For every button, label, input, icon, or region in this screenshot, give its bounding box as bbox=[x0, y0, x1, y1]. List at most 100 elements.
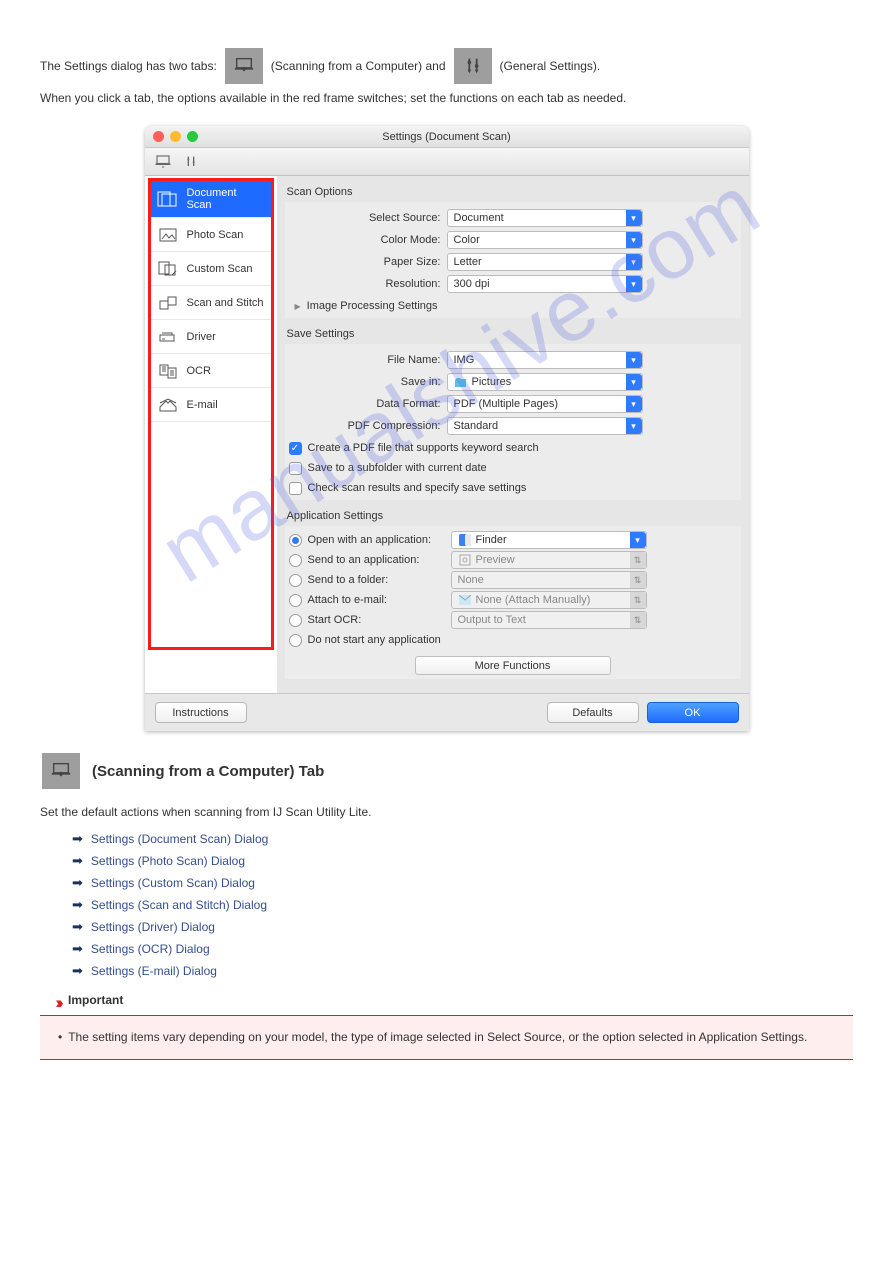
link-item[interactable]: ➡ Settings (Photo Scan) Dialog bbox=[72, 853, 853, 869]
link-text: Settings (Custom Scan) Dialog bbox=[91, 876, 255, 890]
radio-start-ocr[interactable] bbox=[289, 614, 302, 627]
dialog-title: Settings (Document Scan) bbox=[382, 131, 510, 143]
sidebar-label: Custom Scan bbox=[187, 263, 253, 275]
chevron-down-icon: ▾ bbox=[626, 254, 642, 270]
scan-options-header: Scan Options bbox=[285, 182, 741, 202]
checkbox-label: Check scan results and specify save sett… bbox=[308, 482, 527, 494]
resolution-label: Resolution: bbox=[289, 278, 447, 290]
image-processing-toggle[interactable]: ▶ Image Processing Settings bbox=[289, 296, 737, 316]
important-note: ››› Important •The setting items vary de… bbox=[40, 993, 853, 1060]
tab-section-heading: (Scanning from a Computer) Tab bbox=[40, 753, 853, 789]
link-item[interactable]: ➡Settings (Driver) Dialog bbox=[72, 919, 853, 935]
defaults-button[interactable]: Defaults bbox=[547, 702, 639, 723]
sidebar-item-email[interactable]: E-mail bbox=[151, 388, 271, 422]
chevron-down-icon: ⇅ bbox=[630, 592, 646, 608]
radio-send-to-folder[interactable] bbox=[289, 574, 302, 587]
select-source-dropdown[interactable]: Document ▾ bbox=[447, 209, 643, 227]
tab-section-para: Set the default actions when scanning fr… bbox=[40, 803, 853, 822]
email-icon bbox=[157, 396, 179, 414]
start-ocr-dropdown: Output to Text ⇅ bbox=[451, 611, 647, 629]
ok-button[interactable]: OK bbox=[647, 702, 739, 723]
link-text: Settings (Photo Scan) Dialog bbox=[91, 854, 245, 868]
link-text: Settings (Document Scan) Dialog bbox=[91, 832, 268, 846]
color-mode-dropdown[interactable]: Color ▾ bbox=[447, 231, 643, 249]
sidebar-label: Driver bbox=[187, 331, 216, 343]
scan-from-computer-tab-icon[interactable] bbox=[151, 152, 175, 172]
radio-do-not-start[interactable] bbox=[289, 634, 302, 647]
tab-row bbox=[145, 148, 749, 176]
chevron-down-icon: ▾ bbox=[626, 396, 642, 412]
radio-label: Start OCR: bbox=[308, 614, 362, 626]
general-settings-tab-icon bbox=[454, 48, 492, 84]
sidebar-item-ocr[interactable]: OCR bbox=[151, 354, 271, 388]
maximize-icon[interactable] bbox=[187, 131, 198, 142]
sidebar-label: Photo Scan bbox=[187, 229, 244, 241]
data-format-label: Data Format: bbox=[289, 398, 447, 410]
arrow-icon: ➡ bbox=[72, 853, 83, 869]
select-value: Finder bbox=[476, 534, 507, 546]
sidebar-item-driver[interactable]: Driver bbox=[151, 320, 271, 354]
open-with-app-dropdown[interactable]: Finder ▾ bbox=[451, 531, 647, 549]
more-functions-button[interactable]: More Functions bbox=[415, 656, 611, 675]
custom-scan-icon bbox=[157, 260, 179, 278]
intro-line2: When you click a tab, the options availa… bbox=[40, 88, 853, 108]
settings-dialog: Settings (Document Scan) Document Scan bbox=[145, 126, 749, 731]
paper-size-label: Paper Size: bbox=[289, 256, 447, 268]
important-chevron-icon: ››› Important bbox=[58, 993, 853, 1013]
checkbox-icon bbox=[289, 482, 302, 495]
save-in-dropdown[interactable]: Pictures ▾ bbox=[447, 373, 643, 391]
pdf-compression-label: PDF Compression: bbox=[289, 420, 447, 432]
radio-label: Send to an application: bbox=[308, 554, 420, 566]
resolution-dropdown[interactable]: 300 dpi ▾ bbox=[447, 275, 643, 293]
sidebar: Document Scan Photo Scan Custom Scan Sca… bbox=[145, 176, 277, 693]
link-item[interactable]: ➡Settings (Scan and Stitch) Dialog bbox=[72, 897, 853, 913]
select-value: Pictures bbox=[472, 376, 512, 388]
sidebar-item-photo-scan[interactable]: Photo Scan bbox=[151, 218, 271, 252]
radio-send-to-app[interactable] bbox=[289, 554, 302, 567]
intro-paragraph: The Settings dialog has two tabs: (Scann… bbox=[40, 48, 853, 108]
radio-open-with-app[interactable] bbox=[289, 534, 302, 547]
link-item[interactable]: ➡Settings (Custom Scan) Dialog bbox=[72, 875, 853, 891]
sidebar-item-custom-scan[interactable]: Custom Scan bbox=[151, 252, 271, 286]
checkbox-keyword-search[interactable]: ✓ Create a PDF file that supports keywor… bbox=[289, 438, 737, 458]
traffic-lights bbox=[153, 131, 198, 142]
intro-scan-label: (Scanning from a Computer) and bbox=[271, 56, 446, 76]
intro-gen-label: (General Settings). bbox=[500, 56, 601, 76]
document-page: The Settings dialog has two tabs: (Scann… bbox=[0, 0, 893, 1108]
image-processing-label: Image Processing Settings bbox=[307, 300, 438, 312]
select-value: Letter bbox=[454, 256, 482, 268]
scan-from-computer-tab-icon bbox=[42, 753, 80, 789]
link-text: Settings (E-mail) Dialog bbox=[91, 964, 217, 978]
pdf-compression-dropdown[interactable]: Standard ▾ bbox=[447, 417, 643, 435]
link-item[interactable]: ➡Settings (E-mail) Dialog bbox=[72, 963, 853, 979]
mail-icon bbox=[458, 594, 472, 606]
finder-icon bbox=[458, 534, 472, 546]
close-icon[interactable] bbox=[153, 131, 164, 142]
checkbox-check-results[interactable]: Check scan results and specify save sett… bbox=[289, 478, 737, 498]
link-item[interactable]: ➡Settings (OCR) Dialog bbox=[72, 941, 853, 957]
sidebar-item-document-scan[interactable]: Document Scan bbox=[151, 181, 271, 218]
checkbox-icon bbox=[289, 462, 302, 475]
send-to-app-dropdown: Preview ⇅ bbox=[451, 551, 647, 569]
save-settings-header: Save Settings bbox=[285, 324, 741, 344]
link-item[interactable]: ➡ Settings (Document Scan) Dialog bbox=[72, 831, 853, 847]
file-name-field[interactable]: IMG ▾ bbox=[447, 351, 643, 369]
checkbox-subfolder-date[interactable]: Save to a subfolder with current date bbox=[289, 458, 737, 478]
instructions-button[interactable]: Instructions bbox=[155, 702, 247, 723]
arrow-icon: ➡ bbox=[72, 831, 83, 847]
chevron-down-icon: ▾ bbox=[630, 532, 646, 548]
paper-size-dropdown[interactable]: Letter ▾ bbox=[447, 253, 643, 271]
minimize-icon[interactable] bbox=[170, 131, 181, 142]
file-name-value: IMG bbox=[454, 354, 475, 366]
sidebar-item-scan-and-stitch[interactable]: Scan and Stitch bbox=[151, 286, 271, 320]
data-format-dropdown[interactable]: PDF (Multiple Pages) ▾ bbox=[447, 395, 643, 413]
general-settings-tab-icon[interactable] bbox=[181, 152, 201, 172]
radio-attach-email[interactable] bbox=[289, 594, 302, 607]
chevron-down-icon: ▾ bbox=[626, 232, 642, 248]
arrow-icon: ➡ bbox=[72, 919, 83, 935]
radio-label: Open with an application: bbox=[308, 534, 432, 546]
select-value: None (Attach Manually) bbox=[476, 594, 591, 606]
important-label: Important bbox=[68, 993, 123, 1013]
folder-icon bbox=[454, 376, 468, 388]
select-value: Color bbox=[454, 234, 480, 246]
